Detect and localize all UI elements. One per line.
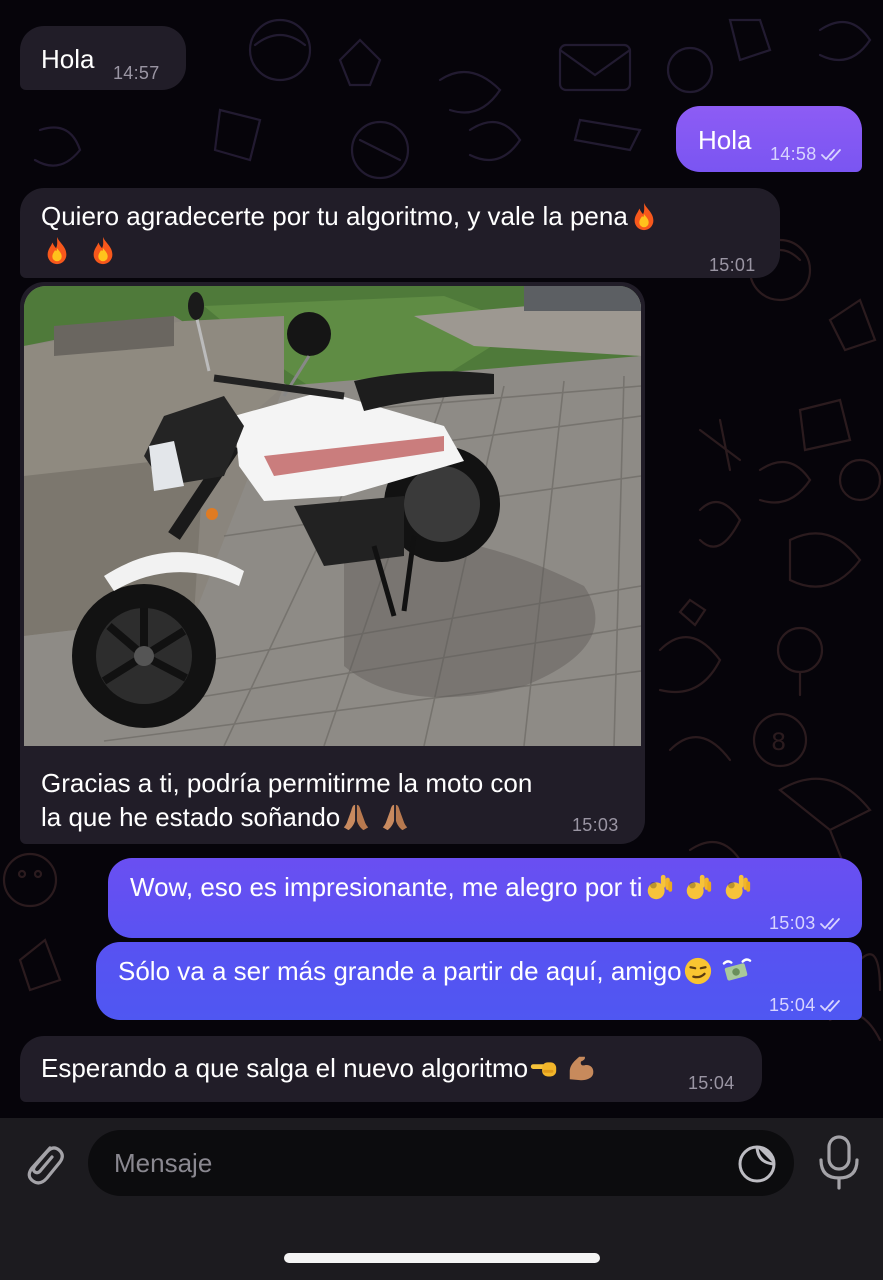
- message-outgoing-solo[interactable]: Sólo va a ser más grande a partir de aqu…: [96, 942, 862, 1020]
- flexed-biceps-emoji-icon: [566, 1053, 596, 1083]
- home-indicator: [284, 1253, 600, 1263]
- double-check-icon: [821, 148, 847, 162]
- ok-hand-emoji-icon: [722, 872, 752, 902]
- message-text: Sólo va a ser más grande a partir de aqu…: [118, 954, 753, 988]
- pointing-left-emoji-icon: [529, 1053, 559, 1083]
- folded-hands-emoji-icon: [341, 802, 371, 832]
- folded-hands-emoji-icon: [380, 802, 410, 832]
- sticker-icon[interactable]: [736, 1143, 778, 1185]
- message-emoji-line2: [41, 233, 119, 267]
- fire-emoji-icon: [42, 235, 72, 265]
- message-incoming-agradecer[interactable]: Quiero agradecerte por tu algoritmo, y v…: [20, 188, 780, 278]
- message-incoming-hola[interactable]: Hola 14:57: [20, 26, 186, 90]
- message-input-container[interactable]: [88, 1130, 794, 1196]
- message-time-read: 14:58: [770, 137, 847, 171]
- smirking-face-emoji-icon: [683, 956, 713, 986]
- fire-emoji-icon: [629, 201, 659, 231]
- paperclip-icon[interactable]: [20, 1138, 68, 1188]
- photo-caption-line1: Gracias a ti, podría permitirme la moto …: [41, 768, 533, 798]
- message-time-read: 15:03: [769, 906, 846, 940]
- message-text: Hola: [698, 125, 752, 155]
- ok-hand-emoji-icon: [683, 872, 713, 902]
- message-time: 15:01: [709, 255, 756, 275]
- fire-emoji-icon: [88, 235, 118, 265]
- ok-hand-emoji-icon: [644, 872, 674, 902]
- message-text: Hola: [41, 44, 95, 74]
- message-time: 15:03: [572, 815, 619, 835]
- money-with-wings-emoji-icon: [722, 956, 752, 986]
- message-text: Esperando a que salga el nuevo algoritmo: [41, 1051, 597, 1085]
- message-time: 14:57: [113, 63, 160, 83]
- photo-caption-line2: la que he estado soñando: [41, 800, 411, 834]
- svg-text:8: 8: [771, 728, 786, 756]
- message-input[interactable]: [114, 1147, 714, 1179]
- message-outgoing-wow[interactable]: Wow, eso es impresionante, me alegro por…: [108, 858, 862, 938]
- message-text-line1: Quiero agradecerte por tu algoritmo, y v…: [41, 199, 660, 233]
- message-time: 15:04: [688, 1073, 735, 1093]
- message-incoming-esperando[interactable]: Esperando a que salga el nuevo algoritmo…: [20, 1036, 762, 1102]
- message-outgoing-hola[interactable]: Hola 14:58: [676, 106, 862, 172]
- message-time-read: 15:04: [769, 988, 846, 1022]
- double-check-icon: [820, 999, 846, 1013]
- motorcycle-photo[interactable]: [24, 286, 641, 746]
- microphone-icon[interactable]: [814, 1134, 864, 1192]
- double-check-icon: [820, 917, 846, 931]
- message-text: Wow, eso es impresionante, me alegro por…: [130, 870, 753, 904]
